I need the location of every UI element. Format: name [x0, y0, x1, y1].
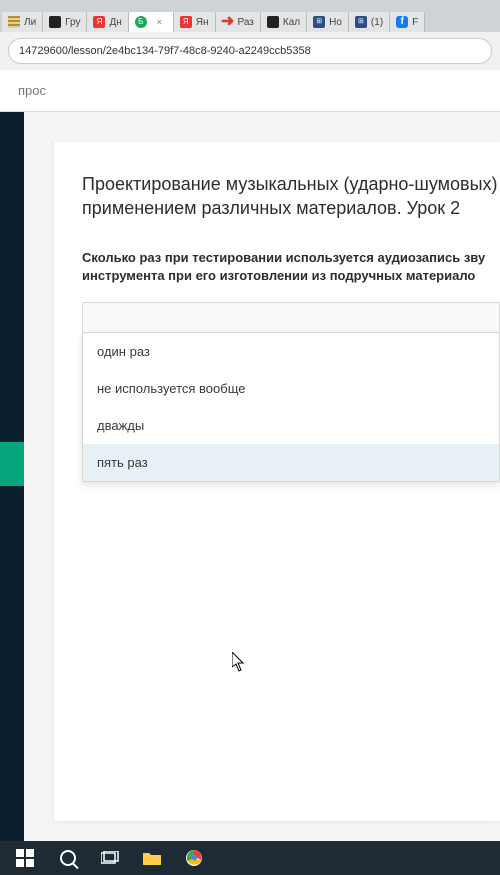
favicon-icon [267, 16, 279, 28]
arrow-favicon-icon: ➜ [222, 16, 234, 28]
address-bar-row: 14729600/lesson/2e4bc134-79f7-48c8-9240-… [0, 32, 500, 70]
page-toolbar: прос [0, 70, 500, 112]
lesson-title: Проектирование музыкальных (ударно-шумов… [82, 172, 500, 221]
favicon-icon: ⊞ [313, 16, 325, 28]
browser-tab[interactable]: Гру [43, 12, 87, 32]
favicon-icon: Я [180, 16, 192, 28]
url-text: 14729600/lesson/2e4bc134-79f7-48c8-9240-… [19, 45, 311, 57]
answer-select[interactable] [82, 302, 500, 332]
toolbar-label[interactable]: прос [10, 77, 54, 104]
browser-tab[interactable]: ➜ Раз [216, 12, 261, 32]
address-bar[interactable]: 14729600/lesson/2e4bc134-79f7-48c8-9240-… [8, 38, 492, 64]
browser-tab[interactable]: Я Ян [174, 12, 216, 32]
browser-tabs-bar: Ли Гру Я Дн Б × Я Ян ➜ Раз Кал ⊞ Но [0, 0, 500, 32]
folder-icon [142, 850, 162, 866]
dropdown-option[interactable]: пять раз [83, 444, 499, 481]
taskbar-task-view[interactable] [90, 844, 130, 872]
browser-tab[interactable]: Ли [2, 12, 43, 32]
start-button[interactable] [4, 842, 46, 874]
mouse-cursor-icon [232, 652, 246, 677]
task-view-icon [101, 851, 119, 865]
browser-tab[interactable]: Кал [261, 12, 307, 32]
favicon-icon [8, 16, 20, 28]
facebook-favicon-icon: f [396, 16, 408, 28]
browser-app-icon [185, 849, 203, 867]
windows-taskbar [0, 841, 500, 875]
windows-logo-icon [16, 849, 34, 867]
tab-label: F [412, 17, 418, 28]
lesson-side-nav[interactable] [0, 112, 24, 841]
dropdown-option[interactable]: не используется вообще [83, 370, 499, 407]
close-icon[interactable]: × [157, 17, 167, 27]
tab-label: (1) [371, 17, 383, 28]
tab-label: Дн [109, 17, 121, 28]
tab-label: Гру [65, 17, 80, 28]
tab-label: Но [329, 17, 342, 28]
taskbar-search[interactable] [48, 844, 88, 872]
browser-tab[interactable]: Я Дн [87, 12, 128, 32]
browser-tab[interactable]: ⊞ Но [307, 12, 349, 32]
taskbar-app[interactable] [132, 844, 172, 872]
dropdown-option[interactable]: дважды [83, 407, 499, 444]
dropdown-option[interactable]: один раз [83, 333, 499, 370]
answer-dropdown: один раз не используется вообще дважды п… [82, 332, 500, 482]
search-icon [60, 850, 76, 866]
browser-tab[interactable]: f F [390, 12, 425, 32]
tab-label: Ли [24, 17, 36, 28]
tab-label: Кал [283, 17, 300, 28]
favicon-icon: Б [135, 16, 147, 28]
question-text: Сколько раз при тестировании используетс… [82, 249, 500, 287]
favicon-icon: ⊞ [355, 16, 367, 28]
tab-label: Ян [196, 17, 209, 28]
taskbar-app[interactable] [174, 844, 214, 872]
favicon-icon [49, 16, 61, 28]
favicon-icon: Я [93, 16, 105, 28]
browser-tab-active[interactable]: Б × [129, 12, 174, 32]
browser-tab[interactable]: ⊞ (1) [349, 12, 390, 32]
lesson-card: Проектирование музыкальных (ударно-шумов… [54, 142, 500, 821]
tab-label: Раз [238, 17, 254, 28]
